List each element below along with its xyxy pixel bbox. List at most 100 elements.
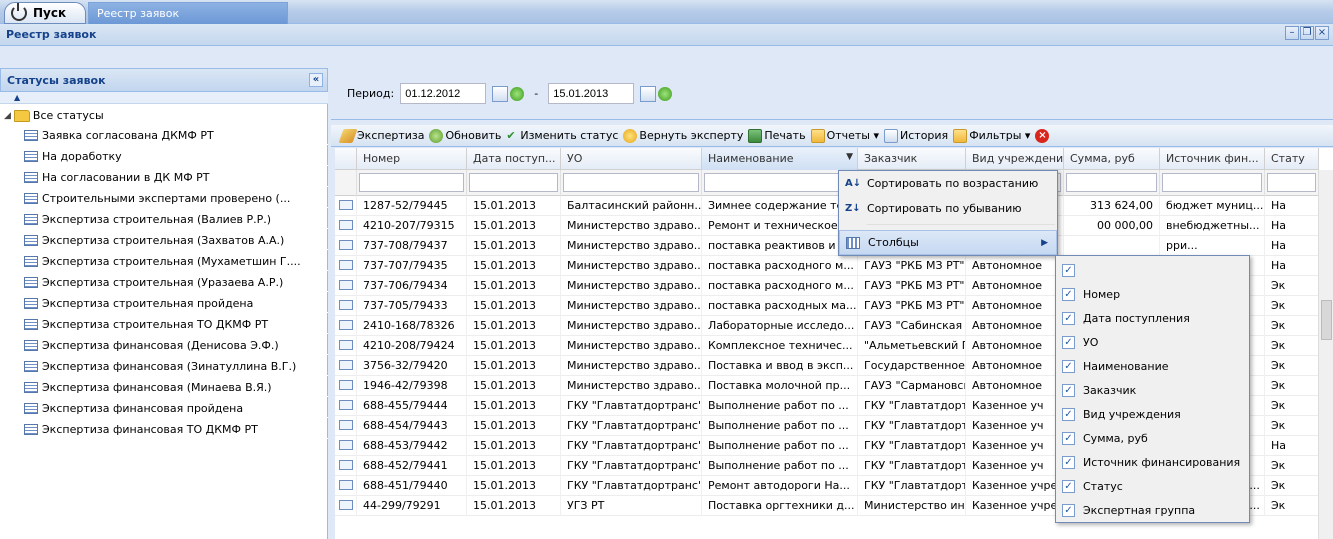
column-header[interactable]: Дата поступ...: [467, 148, 561, 170]
column-toggle-item[interactable]: ✓ Вид учреждения: [1056, 402, 1249, 426]
collapse-left-icon[interactable]: «: [309, 73, 323, 87]
column-toggle-item[interactable]: ✓ УО: [1056, 330, 1249, 354]
refresh-button[interactable]: Обновить: [427, 128, 503, 143]
close-icon[interactable]: ×: [1315, 26, 1329, 40]
vertical-scrollbar[interactable]: [1318, 170, 1333, 539]
status-tree-item[interactable]: На согласовании в ДК МФ РТ: [0, 166, 328, 187]
status-tree-item[interactable]: Заявка согласована ДКМФ РТ: [0, 124, 328, 145]
checkbox-checked-icon[interactable]: ✓: [1062, 407, 1075, 421]
column-header[interactable]: Номер: [357, 148, 467, 170]
mail-icon[interactable]: [339, 420, 353, 430]
mail-icon[interactable]: [339, 300, 353, 310]
status-tree-item[interactable]: Экспертиза строительная пройдена: [0, 292, 328, 313]
column-filter-input[interactable]: [704, 173, 855, 192]
column-toggle-item[interactable]: ✓ Заказчик: [1056, 378, 1249, 402]
status-tree-item[interactable]: Экспертиза финансовая (Зинатуллина В.Г.): [0, 355, 328, 376]
checkbox-checked-icon[interactable]: ✓: [1062, 335, 1075, 349]
checkbox-checked-icon[interactable]: ✓: [1062, 503, 1075, 517]
sort-asc-item[interactable]: A↓ Сортировать по возрастанию: [839, 171, 1057, 196]
table-row[interactable]: 737-708/79437 15.01.2013 Министерство здра…: [335, 236, 1319, 256]
column-header[interactable]: Наименование ▼: [702, 148, 858, 170]
column-filter-input[interactable]: [1267, 173, 1316, 192]
period-to-input[interactable]: [548, 83, 635, 104]
checkbox-checked-icon[interactable]: ✓: [1062, 263, 1075, 277]
status-tree-item[interactable]: Экспертиза финансовая пройдена: [0, 397, 328, 418]
mail-icon[interactable]: [339, 220, 353, 230]
column-header[interactable]: Источник фин...: [1160, 148, 1265, 170]
status-tree-item[interactable]: Экспертиза строительная (Мухаметшин Г...…: [0, 250, 328, 271]
mail-icon[interactable]: [339, 280, 353, 290]
mail-icon[interactable]: [339, 200, 353, 210]
apply-icon[interactable]: [510, 86, 525, 101]
mail-icon[interactable]: [339, 400, 353, 410]
mail-icon[interactable]: [339, 380, 353, 390]
column-filter-input[interactable]: [359, 173, 464, 192]
mail-icon[interactable]: [339, 440, 353, 450]
minimize-icon[interactable]: –: [1285, 26, 1299, 40]
status-tree-item[interactable]: Экспертиза строительная (Захватов А.А.): [0, 229, 328, 250]
column-header[interactable]: Вид учреждения: [966, 148, 1064, 170]
column-toggle-item[interactable]: ✓ Наименование: [1056, 354, 1249, 378]
column-header[interactable]: Сумма, руб: [1064, 148, 1160, 170]
column-header[interactable]: Стату: [1265, 148, 1319, 170]
mail-icon[interactable]: [339, 480, 353, 490]
column-toggle-item[interactable]: ✓ Экспертная группа: [1056, 498, 1249, 522]
apply-icon[interactable]: [658, 86, 673, 101]
status-tree-item[interactable]: Экспертиза строительная ТО ДКМФ РТ: [0, 313, 328, 334]
column-toggle-item[interactable]: ✓ Дата поступления: [1056, 306, 1249, 330]
expand-triangle-icon[interactable]: ◢: [4, 111, 11, 121]
tree-root[interactable]: ◢ Все статусы: [0, 104, 328, 124]
reports-button[interactable]: Отчеты ▾: [809, 128, 881, 143]
checkbox-checked-icon[interactable]: ✓: [1062, 383, 1075, 397]
scrollbar-thumb[interactable]: [1321, 300, 1332, 340]
checkbox-checked-icon[interactable]: ✓: [1062, 431, 1075, 445]
table-row[interactable]: 1287-52/79445 15.01.2013 Балтасинский райо…: [335, 196, 1319, 216]
calendar-icon[interactable]: [492, 85, 509, 102]
restore-icon[interactable]: ❐: [1300, 26, 1314, 40]
scroll-up-icon[interactable]: ▲: [0, 92, 328, 104]
checkbox-checked-icon[interactable]: ✓: [1062, 455, 1075, 469]
task-tab-registry[interactable]: Реестр заявок: [88, 2, 288, 24]
mail-icon[interactable]: [339, 460, 353, 470]
column-header[interactable]: Заказчик: [858, 148, 966, 170]
status-tree-item[interactable]: На доработку: [0, 145, 328, 166]
checkbox-checked-icon[interactable]: ✓: [1062, 287, 1075, 301]
column-filter-input[interactable]: [563, 173, 699, 192]
column-toggle-item[interactable]: ✓ Сумма, руб: [1056, 426, 1249, 450]
print-button[interactable]: Печать: [746, 128, 807, 143]
status-tree-item[interactable]: Экспертиза строительная (Уразаева А.Р.): [0, 271, 328, 292]
column-toggle-item[interactable]: ✓ Статус: [1056, 474, 1249, 498]
period-from-input[interactable]: [400, 83, 487, 104]
status-tree-item[interactable]: Экспертиза финансовая ТО ДКМФ РТ: [0, 418, 328, 439]
column-filter-input[interactable]: [469, 173, 558, 192]
mail-icon[interactable]: [339, 360, 353, 370]
table-row[interactable]: 4210-207/79315 15.01.2013 Министерство здр…: [335, 216, 1319, 236]
return-expert-button[interactable]: Вернуть эксперту: [621, 128, 745, 143]
column-header[interactable]: УО: [561, 148, 702, 170]
checkbox-checked-icon[interactable]: ✓: [1062, 311, 1075, 325]
column-toggle-item[interactable]: ✓ Источник финансирования: [1056, 450, 1249, 474]
columns-item[interactable]: Столбцы ▶: [839, 230, 1057, 255]
mail-icon[interactable]: [339, 320, 353, 330]
change-status-button[interactable]: ✔ Изменить статус: [504, 129, 620, 143]
column-filter-input[interactable]: [1066, 173, 1157, 192]
status-tree-item[interactable]: Экспертиза финансовая (Денисова Э.Ф.): [0, 334, 328, 355]
checkbox-checked-icon[interactable]: ✓: [1062, 359, 1075, 373]
mail-icon[interactable]: [339, 240, 353, 250]
status-tree-item[interactable]: Строительными экспертами проверено (...: [0, 187, 328, 208]
column-toggle-item[interactable]: ✓ Номер: [1056, 282, 1249, 306]
column-toggle-item[interactable]: ✓: [1056, 258, 1249, 282]
start-button[interactable]: Пуск: [4, 2, 86, 24]
filters-button[interactable]: Фильтры ▾: [951, 128, 1032, 143]
clear-button[interactable]: ×: [1033, 128, 1051, 143]
status-tree-item[interactable]: Экспертиза строительная (Валиев Р.Р.): [0, 208, 328, 229]
mail-icon[interactable]: [339, 340, 353, 350]
column-menu-trigger-icon[interactable]: ▼: [846, 152, 853, 162]
mail-icon[interactable]: [339, 260, 353, 270]
sort-desc-item[interactable]: Z↓ Сортировать по убыванию: [839, 196, 1057, 221]
checkbox-checked-icon[interactable]: ✓: [1062, 479, 1075, 493]
calendar-icon[interactable]: [640, 85, 657, 102]
mail-icon[interactable]: [339, 500, 353, 510]
expertise-button[interactable]: Экспертиза: [338, 128, 426, 143]
column-filter-input[interactable]: [1162, 173, 1262, 192]
